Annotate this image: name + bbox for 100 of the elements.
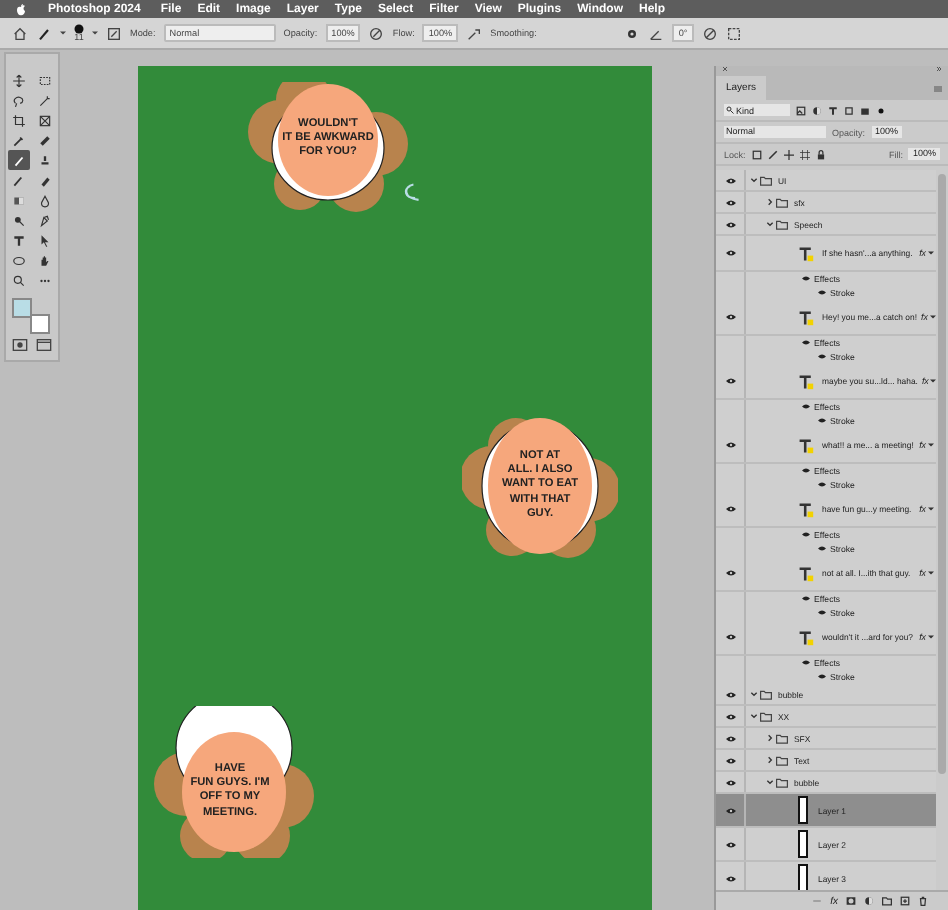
layer-thumbnail	[798, 796, 808, 824]
eye-icon[interactable]	[725, 757, 735, 763]
type-layer-icon	[798, 309, 814, 325]
chevron-icon[interactable]	[766, 198, 774, 206]
eye-icon[interactable]	[725, 314, 735, 320]
angle-icon[interactable]	[648, 25, 665, 41]
image-filter-icon[interactable]	[796, 105, 806, 115]
eye-icon[interactable]	[725, 442, 735, 448]
shape-filter-icon[interactable]	[844, 105, 854, 115]
brush-settings-icon[interactable]	[106, 25, 122, 41]
eye-icon[interactable]	[725, 199, 735, 205]
tool-button[interactable]	[8, 270, 30, 290]
search-icon	[726, 106, 734, 114]
move-icon[interactable]	[783, 149, 794, 159]
eye-icon[interactable]	[725, 177, 735, 183]
tool-button[interactable]	[34, 110, 56, 130]
chevron-icon[interactable]	[766, 756, 774, 764]
new-layer-icon[interactable]	[900, 896, 910, 906]
eye-icon[interactable]	[725, 713, 735, 719]
symmetry-icon[interactable]	[725, 25, 742, 41]
crop-icon	[12, 113, 26, 127]
brush-tip-icon[interactable]	[74, 23, 84, 34]
adjustment-filter-icon[interactable]	[812, 105, 822, 115]
eye-icon[interactable]	[725, 634, 735, 640]
settings-icon[interactable]	[624, 25, 641, 41]
hand-icon	[38, 253, 52, 267]
caret-icon[interactable]	[928, 442, 934, 448]
eye-icon[interactable]	[725, 506, 735, 512]
caret-icon[interactable]	[930, 378, 937, 384]
eraser-icon	[38, 173, 52, 187]
scrollbar[interactable]	[938, 174, 946, 774]
tool-button[interactable]	[8, 110, 30, 130]
chevron-icon[interactable]	[766, 778, 774, 786]
caret-icon[interactable]	[928, 250, 934, 256]
eye-icon[interactable]	[725, 691, 735, 697]
lock-pixels-icon[interactable]	[751, 149, 762, 159]
trash-icon[interactable]	[918, 896, 928, 906]
airbrush-icon[interactable]	[466, 25, 483, 41]
tool-button[interactable]	[34, 90, 56, 110]
search-icon	[12, 273, 26, 287]
caret-icon[interactable]	[92, 30, 98, 36]
eye-icon[interactable]	[725, 779, 735, 785]
ellipse-icon	[12, 253, 26, 267]
eye-icon[interactable]	[725, 570, 735, 576]
wand-icon	[38, 93, 52, 107]
close-icon[interactable]	[722, 66, 728, 72]
caret-icon[interactable]	[928, 506, 934, 512]
eye-icon[interactable]	[725, 221, 735, 227]
eye-icon[interactable]	[725, 875, 735, 881]
collapse-icon[interactable]	[936, 66, 942, 72]
tool-button[interactable]	[8, 150, 30, 170]
type-layer-icon	[798, 437, 814, 453]
chevron-icon[interactable]	[750, 176, 758, 184]
layer-thumbnail	[798, 864, 808, 890]
frame-icon	[38, 113, 52, 127]
type-tool-icon	[12, 233, 26, 247]
artboard-icon[interactable]	[799, 149, 810, 159]
eye-icon[interactable]	[725, 735, 735, 741]
tool-button[interactable]	[8, 230, 30, 250]
brush-icon[interactable]	[767, 149, 778, 159]
type-layer-icon	[798, 629, 814, 645]
chevron-icon[interactable]	[750, 712, 758, 720]
foreground-color-swatch[interactable]	[12, 298, 32, 318]
pressure-size-icon[interactable]	[701, 25, 718, 41]
brush-icon[interactable]	[36, 25, 52, 41]
apple-logo-icon[interactable]	[16, 3, 26, 15]
tool-button[interactable]	[8, 70, 30, 90]
eye-icon[interactable]	[725, 378, 735, 384]
droplet-icon	[38, 193, 52, 207]
folder-icon[interactable]	[882, 896, 892, 906]
filter-toggle-icon[interactable]	[876, 105, 886, 115]
caret-icon[interactable]	[60, 30, 66, 36]
eyedropper-icon	[12, 133, 26, 147]
background-color-swatch[interactable]	[30, 314, 50, 334]
caret-icon[interactable]	[929, 314, 936, 320]
eye-icon[interactable]	[725, 807, 735, 813]
caret-icon[interactable]	[928, 570, 934, 576]
chevron-icon[interactable]	[750, 690, 758, 698]
home-icon[interactable]	[12, 25, 28, 41]
pressure-icon[interactable]	[368, 25, 385, 41]
type-layer-icon	[798, 245, 814, 261]
quick-mask-icon[interactable]	[12, 338, 28, 352]
mask-icon[interactable]	[846, 896, 856, 906]
gradient-icon	[12, 193, 26, 207]
eye-icon[interactable]	[725, 841, 735, 847]
layer-thumbnail	[798, 830, 808, 858]
adjustment-icon[interactable]	[864, 896, 874, 906]
lasso-icon	[12, 93, 26, 107]
caret-icon[interactable]	[928, 634, 934, 640]
chevron-icon[interactable]	[766, 220, 774, 228]
type-filter-icon[interactable]	[828, 105, 838, 115]
screen-mode-icon[interactable]	[36, 338, 52, 352]
stamp-icon	[38, 153, 52, 167]
lock-icon[interactable]	[815, 149, 826, 159]
type-layer-icon	[798, 501, 814, 517]
smart-object-filter-icon[interactable]	[860, 105, 870, 115]
pen-icon	[38, 213, 52, 227]
chevron-icon[interactable]	[766, 734, 774, 742]
eye-icon[interactable]	[725, 250, 735, 256]
type-layer-icon	[798, 373, 814, 389]
